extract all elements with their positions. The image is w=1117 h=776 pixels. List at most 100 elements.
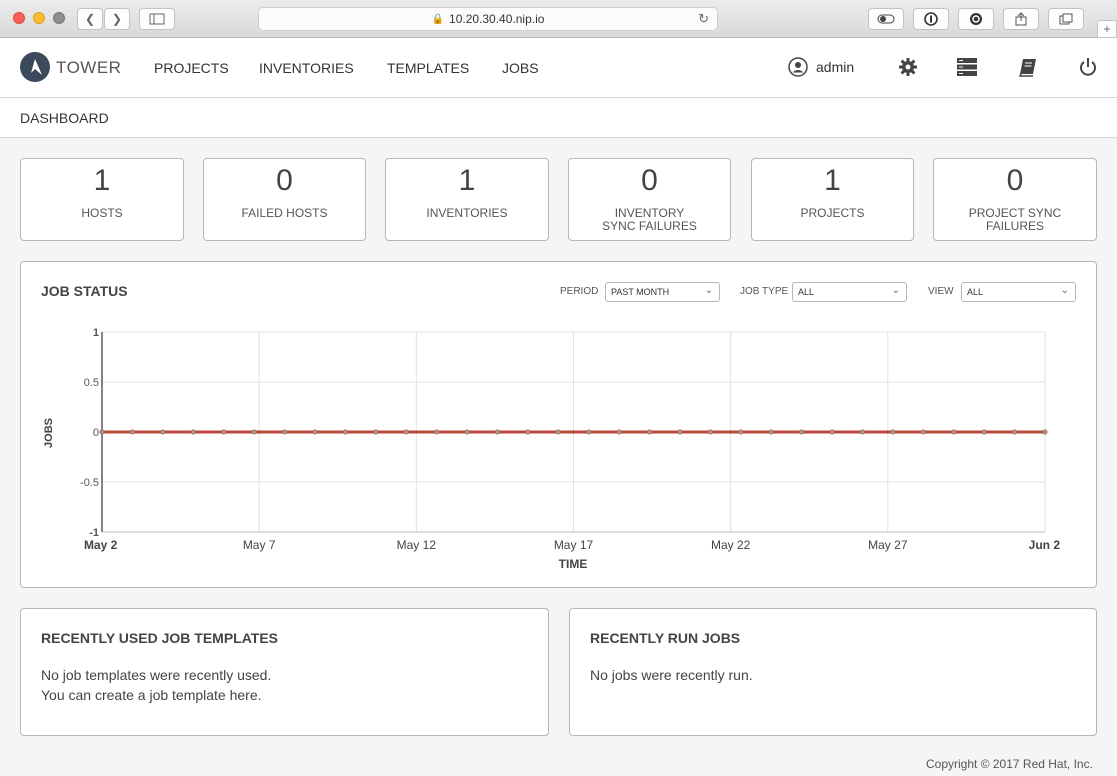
projects-count-card[interactable]: 1 PROJECTS (751, 158, 914, 241)
sidebar-icon (149, 13, 165, 25)
grammar-extension-button[interactable] (958, 8, 994, 30)
x-tick-label: Jun 2 (1029, 538, 1061, 552)
create-template-message[interactable]: You can create a job template here. (41, 685, 262, 705)
x-tick-label: May 22 (711, 538, 751, 552)
x-tick-label: May 17 (554, 538, 594, 552)
share-button[interactable] (1003, 8, 1039, 30)
data-point (555, 429, 561, 435)
logout-button[interactable] (1078, 55, 1098, 79)
system-status-button[interactable] (956, 55, 978, 79)
data-point (920, 429, 926, 435)
data-point (434, 429, 440, 435)
data-point (221, 429, 227, 435)
failed-hosts-count-card[interactable]: 0 FAILED HOSTS (203, 158, 366, 241)
data-point (707, 429, 713, 435)
toggle-icon (877, 14, 895, 24)
inventories-count: 1 (458, 164, 476, 197)
settings-button[interactable] (898, 55, 918, 79)
minimize-window-button[interactable] (33, 12, 45, 24)
nav-link-projects[interactable]: PROJECTS (154, 60, 229, 76)
data-point (373, 429, 379, 435)
password-manager-icon (924, 12, 938, 26)
inventory-sync-failures-label: INVENTORY SYNC FAILURES (602, 206, 697, 233)
failed-hosts-count: 0 (276, 164, 293, 197)
inventory-sync-failures-card[interactable]: 0 INVENTORY SYNC FAILURES (568, 158, 731, 241)
breadcrumb-dashboard: DASHBOARD (20, 110, 109, 126)
y-tick-label: 0.5 (84, 377, 99, 389)
projects-label: PROJECTS (800, 206, 865, 220)
nav-link-templates[interactable]: TEMPLATES (387, 60, 469, 76)
data-point (1012, 429, 1018, 435)
brand-name[interactable]: TOWER (56, 58, 121, 78)
breadcrumb-bar: DASHBOARD (0, 98, 1117, 138)
x-tick-label: May 7 (243, 538, 276, 552)
new-tab-button[interactable]: + (1097, 20, 1117, 38)
username: admin (816, 59, 855, 75)
recent-job-templates-title: RECENTLY USED JOB TEMPLATES (41, 630, 279, 646)
gear-icon (899, 58, 917, 76)
sidebar-toggle-button[interactable] (139, 8, 175, 30)
data-point (738, 429, 744, 435)
hosts-count: 1 (93, 164, 111, 197)
project-sync-failures-count: 0 (1006, 164, 1024, 197)
nav-link-inventories[interactable]: INVENTORIES (259, 60, 354, 76)
reload-icon[interactable]: ↻ (698, 11, 709, 27)
top-navigation: TOWER PROJECTS INVENTORIES TEMPLATES JOB… (0, 38, 1117, 98)
y-tick-label: -0.5 (80, 477, 99, 489)
data-point (99, 429, 105, 435)
data-point (677, 429, 683, 435)
extension-g-icon (970, 13, 982, 25)
url-text: 10.20.30.40.nip.io (449, 12, 545, 26)
back-button[interactable]: ❮ (77, 8, 103, 30)
tabs-icon (1059, 13, 1073, 25)
data-point (829, 429, 835, 435)
lock-icon: 🔒 (431, 13, 445, 25)
no-templates-message: No job templates were recently used. (41, 667, 272, 683)
data-point (494, 429, 500, 435)
data-point (160, 429, 166, 435)
data-point (1042, 429, 1048, 435)
data-point (859, 429, 865, 435)
password-extension-button[interactable] (913, 8, 949, 30)
recent-job-templates-panel: RECENTLY USED JOB TEMPLATES No job templ… (20, 608, 549, 736)
no-jobs-message: No jobs were recently run. (590, 667, 753, 683)
chevron-right-icon: ❯ (111, 12, 123, 26)
data-point (525, 429, 531, 435)
user-menu[interactable]: admin (788, 55, 854, 79)
hosts-label: HOSTS (81, 206, 123, 220)
data-point (282, 429, 288, 435)
inventories-label: INVENTORIES (426, 206, 508, 220)
y-axis-label: JOBS (43, 418, 55, 448)
hosts-count-card[interactable]: 1 HOSTS (20, 158, 184, 241)
y-tick-label: 1 (93, 327, 99, 339)
tabs-overview-button[interactable] (1048, 8, 1084, 30)
data-point (190, 429, 196, 435)
zoom-window-button[interactable] (53, 12, 65, 24)
documentation-button[interactable] (1018, 55, 1038, 79)
data-point (251, 429, 257, 435)
toggle-extension-button[interactable] (868, 8, 904, 30)
inventories-count-card[interactable]: 1 INVENTORIES (385, 158, 549, 241)
x-axis-label: TIME (559, 557, 588, 571)
data-point (342, 429, 348, 435)
address-bar[interactable]: 🔒 10.20.30.40.nip.io ↻ (258, 7, 718, 31)
x-tick-label: May 27 (868, 538, 908, 552)
data-point (951, 429, 957, 435)
inventory-sync-failures-count: 0 (641, 164, 658, 197)
failed-hosts-label: FAILED HOSTS (241, 206, 328, 220)
x-tick-label: May 12 (397, 538, 437, 552)
user-avatar-icon (788, 57, 808, 77)
nav-link-jobs[interactable]: JOBS (502, 60, 539, 76)
data-point (616, 429, 622, 435)
y-tick-label: 0 (93, 427, 99, 439)
forward-button[interactable]: ❯ (104, 8, 130, 30)
data-point (129, 429, 135, 435)
share-icon (1015, 12, 1027, 26)
chevron-left-icon: ❮ (84, 12, 96, 26)
browser-toolbar: ❮ ❯ 🔒 10.20.30.40.nip.io ↻ + (0, 0, 1117, 38)
project-sync-failures-card[interactable]: 0 PROJECT SYNC FAILURES (933, 158, 1097, 241)
ansible-logo-icon[interactable] (20, 52, 50, 82)
project-sync-failures-label: PROJECT SYNC FAILURES (968, 206, 1062, 233)
close-window-button[interactable] (13, 12, 25, 24)
book-icon (1018, 59, 1036, 77)
